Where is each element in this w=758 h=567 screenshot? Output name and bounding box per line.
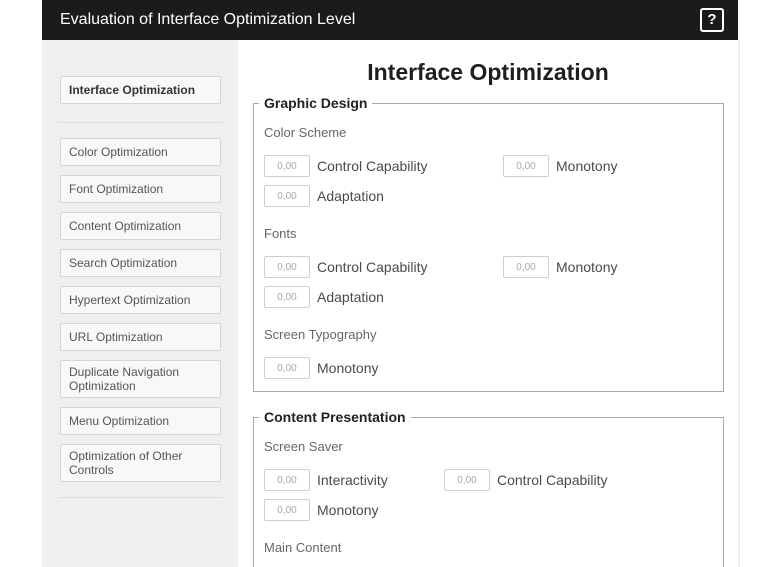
- sidebar-item-menu-optimization[interactable]: Menu Optimization: [60, 407, 221, 435]
- fonts-monotony-input[interactable]: [503, 256, 549, 278]
- sidebar-item-label: URL Optimization: [69, 330, 163, 344]
- content-shell: Interface Optimization Color Optimizatio…: [42, 40, 740, 567]
- fieldset-graphic-design: Graphic Design Color Scheme Control Capa…: [253, 94, 724, 392]
- color-scheme-adaptation-input[interactable]: [264, 185, 310, 207]
- field-interactivity: Interactivity: [264, 469, 444, 491]
- field-label: Monotony: [556, 158, 618, 174]
- field-control-capability: Control Capability: [264, 155, 503, 177]
- field-row: Control Capability Monotony: [264, 155, 713, 177]
- field-label: Adaptation: [317, 188, 384, 204]
- group-screen-typography: Screen Typography Monotony: [264, 326, 713, 379]
- field-label: Monotony: [556, 259, 618, 275]
- sidebar-item-color-optimization[interactable]: Color Optimization: [60, 138, 221, 166]
- color-scheme-control-capability-input[interactable]: [264, 155, 310, 177]
- page-title: Interface Optimization: [367, 59, 609, 85]
- field-adaptation: Adaptation: [264, 286, 503, 308]
- help-button[interactable]: ?: [700, 8, 724, 32]
- field-control-capability: Control Capability: [444, 469, 608, 491]
- field-row: Monotony: [264, 499, 713, 521]
- field-label: Control Capability: [317, 259, 428, 275]
- group-heading: Fonts: [264, 226, 297, 241]
- screen-saver-interactivity-input[interactable]: [264, 469, 310, 491]
- field-label: Monotony: [317, 360, 379, 376]
- group-heading: Screen Typography: [264, 327, 377, 342]
- field-monotony: Monotony: [264, 357, 503, 379]
- group-screen-saver: Screen Saver Interactivity Control Capab…: [264, 438, 713, 521]
- fonts-adaptation-input[interactable]: [264, 286, 310, 308]
- group-main-content: Main Content: [264, 539, 713, 557]
- group-heading: Main Content: [264, 540, 342, 555]
- screen-saver-control-capability-input[interactable]: [444, 469, 490, 491]
- group-color-scheme: Color Scheme Control Capability Monotony: [264, 124, 713, 207]
- sidebar-item-search-optimization[interactable]: Search Optimization: [60, 249, 221, 277]
- field-row: Monotony: [264, 357, 713, 379]
- field-control-capability: Control Capability: [264, 256, 503, 278]
- sidebar-item-label: Optimization of Other Controls: [69, 449, 183, 477]
- screen-typography-monotony-input[interactable]: [264, 357, 310, 379]
- field-adaptation: Adaptation: [264, 185, 503, 207]
- fieldset-content-presentation: Content Presentation Screen Saver Intera…: [253, 408, 724, 567]
- sidebar-item-duplicate-navigation-optimization[interactable]: Duplicate Navigation Optimization: [60, 360, 221, 398]
- question-mark-icon: ?: [707, 11, 717, 28]
- fieldset-legend: Content Presentation: [259, 408, 411, 426]
- field-label: Control Capability: [317, 158, 428, 174]
- sidebar-item-label: Interface Optimization: [69, 83, 196, 97]
- sidebar-item-interface-optimization[interactable]: Interface Optimization: [60, 76, 221, 104]
- sidebar-divider: [58, 497, 223, 498]
- app-window: Evaluation of Interface Optimization Lev…: [0, 0, 758, 567]
- color-scheme-monotony-input[interactable]: [503, 155, 549, 177]
- sidebar-divider: [58, 122, 223, 123]
- group-fonts: Fonts Control Capability Monotony: [264, 225, 713, 308]
- sidebar-item-label: Content Optimization: [69, 219, 182, 233]
- sidebar-item-content-optimization[interactable]: Content Optimization: [60, 212, 221, 240]
- field-row: Adaptation: [264, 286, 713, 308]
- fonts-control-capability-input[interactable]: [264, 256, 310, 278]
- sidebar-nav: Interface Optimization Color Optimizatio…: [58, 76, 223, 498]
- group-heading: Color Scheme: [264, 125, 347, 140]
- field-label: Control Capability: [497, 472, 608, 488]
- field-row: Adaptation: [264, 185, 713, 207]
- field-label: Monotony: [317, 502, 379, 518]
- field-monotony: Monotony: [264, 499, 444, 521]
- sidebar-item-hypertext-optimization[interactable]: Hypertext Optimization: [60, 286, 221, 314]
- field-monotony: Monotony: [503, 155, 617, 177]
- field-row: Interactivity Control Capability: [264, 469, 713, 491]
- field-row: Control Capability Monotony: [264, 256, 713, 278]
- sidebar-item-other-controls-optimization[interactable]: Optimization of Other Controls: [60, 444, 221, 482]
- sidebar-item-label: Duplicate Navigation Optimization: [69, 365, 180, 393]
- field-label: Adaptation: [317, 289, 384, 305]
- sidebar-item-label: Search Optimization: [69, 256, 178, 270]
- fieldset-legend: Graphic Design: [259, 94, 373, 112]
- sidebar-item-font-optimization[interactable]: Font Optimization: [60, 175, 221, 203]
- sidebar-item-label: Hypertext Optimization: [69, 293, 191, 307]
- sidebar-item-label: Color Optimization: [69, 145, 168, 159]
- screen-saver-monotony-input[interactable]: [264, 499, 310, 521]
- sidebar-item-label: Font Optimization: [69, 182, 164, 196]
- top-bar: Evaluation of Interface Optimization Lev…: [42, 0, 738, 40]
- field-monotony: Monotony: [503, 256, 617, 278]
- app-title: Evaluation of Interface Optimization Lev…: [60, 11, 356, 28]
- sidebar: Interface Optimization Color Optimizatio…: [42, 40, 238, 567]
- sidebar-item-label: Menu Optimization: [69, 414, 170, 428]
- main-panel: Interface Optimization Graphic Design Co…: [238, 40, 738, 567]
- sidebar-item-url-optimization[interactable]: URL Optimization: [60, 323, 221, 351]
- field-label: Interactivity: [317, 472, 388, 488]
- sidebar-list: Color Optimization Font Optimization Con…: [60, 138, 221, 482]
- group-heading: Screen Saver: [264, 439, 343, 454]
